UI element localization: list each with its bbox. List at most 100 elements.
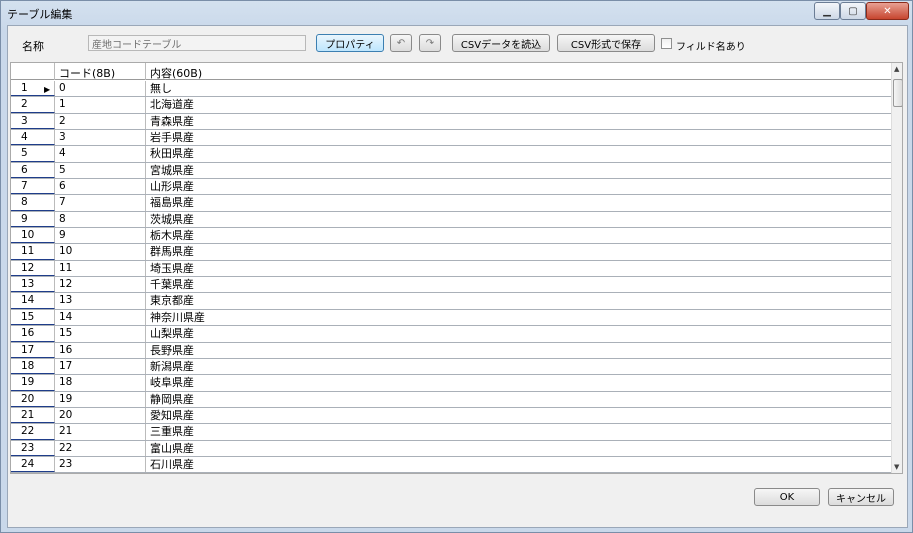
data-grid[interactable]: コード(8B) 内容(60B) 1 ▶ 0 無し 2 1 北海道産 3 2 青森県産 4 3 岩手県産 5… [10,62,903,474]
code-cell[interactable]: 17 [55,358,146,375]
code-cell[interactable]: 14 [55,309,146,326]
code-cell[interactable]: 21 [55,424,146,440]
content-cell[interactable]: 無し [146,81,891,96]
code-cell[interactable]: 7 [55,195,146,211]
column-header-content[interactable]: 内容(60B) [146,63,891,80]
content-cell[interactable]: 宮城県産 [146,163,891,178]
content-cell[interactable]: 静岡県産 [146,392,891,407]
content-cell[interactable]: 群馬県産 [146,244,891,259]
content-cell[interactable]: 三重県産 [146,424,891,439]
table-row[interactable]: 19 18 岐阜県産 [11,375,891,392]
row-header[interactable]: 12 [11,260,55,277]
csv-load-button[interactable]: CSVデータを読込 [452,34,550,52]
code-cell[interactable]: 12 [55,277,146,293]
content-cell[interactable]: 栃木県産 [146,228,891,243]
table-row[interactable]: 3 2 青森県産 [11,113,891,131]
content-cell[interactable]: 茨城県産 [146,212,891,227]
row-header[interactable]: 14 [11,293,55,309]
table-row[interactable]: 13 12 千葉県産 [11,277,891,294]
code-cell[interactable]: 10 [55,244,146,260]
row-header[interactable]: 21 [11,407,55,424]
row-header[interactable]: 4 [11,130,55,146]
table-row[interactable]: 8 7 福島県産 [11,195,891,212]
scroll-up-icon[interactable]: ▲ [894,65,899,73]
row-header[interactable]: 20 [11,391,55,407]
content-cell[interactable]: 千葉県産 [146,277,891,292]
table-row[interactable]: 23 22 富山県産 [11,440,891,457]
content-cell[interactable]: 岩手県産 [146,130,891,145]
content-cell[interactable]: 新潟県産 [146,359,891,374]
content-cell[interactable]: 東京都産 [146,293,891,308]
scroll-thumb[interactable] [893,79,902,107]
csv-save-button[interactable]: CSV形式で保存 [557,34,655,52]
table-row[interactable]: 15 14 神奈川県産 [11,309,891,327]
row-header[interactable]: 23 [11,440,55,456]
table-row[interactable]: 7 6 山形県産 [11,179,891,196]
table-row[interactable]: 24 23 石川県産 [11,456,891,473]
code-cell[interactable]: 8 [55,211,146,228]
table-row[interactable]: 10 9 栃木県産 [11,228,891,245]
table-row[interactable]: 21 20 愛知県産 [11,407,891,425]
undo-button[interactable]: ↶ [390,34,412,52]
code-cell[interactable]: 19 [55,391,146,407]
code-cell[interactable]: 22 [55,440,146,456]
row-header[interactable]: 6 [11,162,55,179]
content-cell[interactable]: 秋田県産 [146,146,891,161]
table-row[interactable]: 2 1 北海道産 [11,97,891,114]
row-header[interactable]: 17 [11,342,55,358]
field-names-checkbox[interactable] [661,38,672,49]
code-cell[interactable]: 4 [55,146,146,162]
row-header[interactable]: 13 [11,277,55,293]
content-cell[interactable]: 長野県産 [146,343,891,358]
code-cell[interactable]: 3 [55,130,146,146]
row-header[interactable]: 15 [11,309,55,326]
content-cell[interactable]: 石川県産 [146,457,891,472]
row-header[interactable]: 7 [11,179,55,195]
code-cell[interactable]: 9 [55,228,146,244]
row-header[interactable]: 19 [11,375,55,391]
row-header[interactable]: 5 [11,146,55,162]
table-row[interactable]: 22 21 三重県産 [11,424,891,441]
row-header[interactable]: 24 [11,456,55,473]
content-cell[interactable]: 青森県産 [146,114,891,129]
row-header[interactable]: 9 [11,211,55,228]
content-cell[interactable]: 山形県産 [146,179,891,194]
table-row[interactable]: 9 8 茨城県産 [11,211,891,229]
row-header[interactable]: 22 [11,424,55,440]
code-cell[interactable]: 15 [55,326,146,342]
row-header[interactable]: 2 [11,97,55,113]
content-cell[interactable]: 山梨県産 [146,326,891,341]
code-cell[interactable]: 18 [55,375,146,391]
table-name-input[interactable] [88,35,306,51]
code-cell[interactable]: 20 [55,407,146,424]
content-cell[interactable]: 愛知県産 [146,408,891,423]
table-row[interactable]: 18 17 新潟県産 [11,358,891,376]
content-cell[interactable]: 神奈川県産 [146,310,891,325]
code-cell[interactable]: 13 [55,293,146,309]
table-row[interactable]: 6 5 宮城県産 [11,162,891,180]
column-header-code[interactable]: コード(8B) [55,63,146,80]
content-cell[interactable]: 富山県産 [146,441,891,456]
row-header[interactable]: 11 [11,244,55,260]
ok-button[interactable]: OK [754,488,820,506]
table-row[interactable]: 17 16 長野県産 [11,342,891,359]
minimize-button[interactable]: ▁ [814,2,840,20]
table-row[interactable]: 20 19 静岡県産 [11,391,891,408]
grid-corner[interactable] [11,63,55,80]
table-row[interactable]: 14 13 東京都産 [11,293,891,310]
title-bar[interactable]: テーブル編集 ▁ ▢ ✕ [1,1,912,23]
code-cell[interactable]: 11 [55,260,146,277]
code-cell[interactable]: 16 [55,342,146,358]
content-cell[interactable]: 埼玉県産 [146,261,891,276]
row-header[interactable]: 8 [11,195,55,211]
code-cell[interactable]: 6 [55,179,146,195]
code-cell[interactable]: 2 [55,113,146,130]
cancel-button[interactable]: キャンセル [828,488,894,506]
row-header[interactable]: 10 [11,228,55,244]
close-button[interactable]: ✕ [866,2,909,20]
maximize-button[interactable]: ▢ [840,2,866,20]
code-cell[interactable]: 1 [55,97,146,113]
code-cell[interactable]: 0 [55,81,146,97]
content-cell[interactable]: 福島県産 [146,195,891,210]
table-row[interactable]: 12 11 埼玉県産 [11,260,891,278]
